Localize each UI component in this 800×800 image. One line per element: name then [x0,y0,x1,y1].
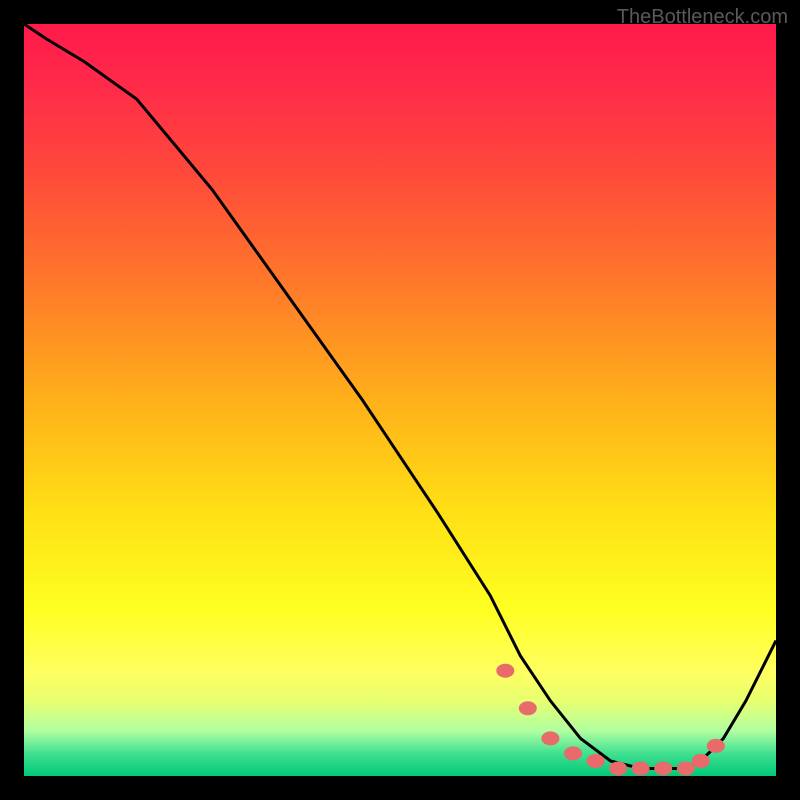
marker-dot [496,664,514,678]
chart-container: TheBottleneck.com [0,0,800,800]
marker-dot [692,754,710,768]
marker-dot [564,746,582,760]
marker-dot [677,762,695,776]
marker-dot [707,739,725,753]
marker-dot [587,754,605,768]
marker-dot [632,762,650,776]
marker-dot [541,731,559,745]
marker-group [496,664,725,776]
watermark-text: TheBottleneck.com [617,6,788,29]
marker-dot [654,762,672,776]
chart-svg [24,24,776,776]
marker-dot [609,762,627,776]
marker-dot [519,701,537,715]
curve-line [24,24,776,769]
plot-area [24,24,776,776]
